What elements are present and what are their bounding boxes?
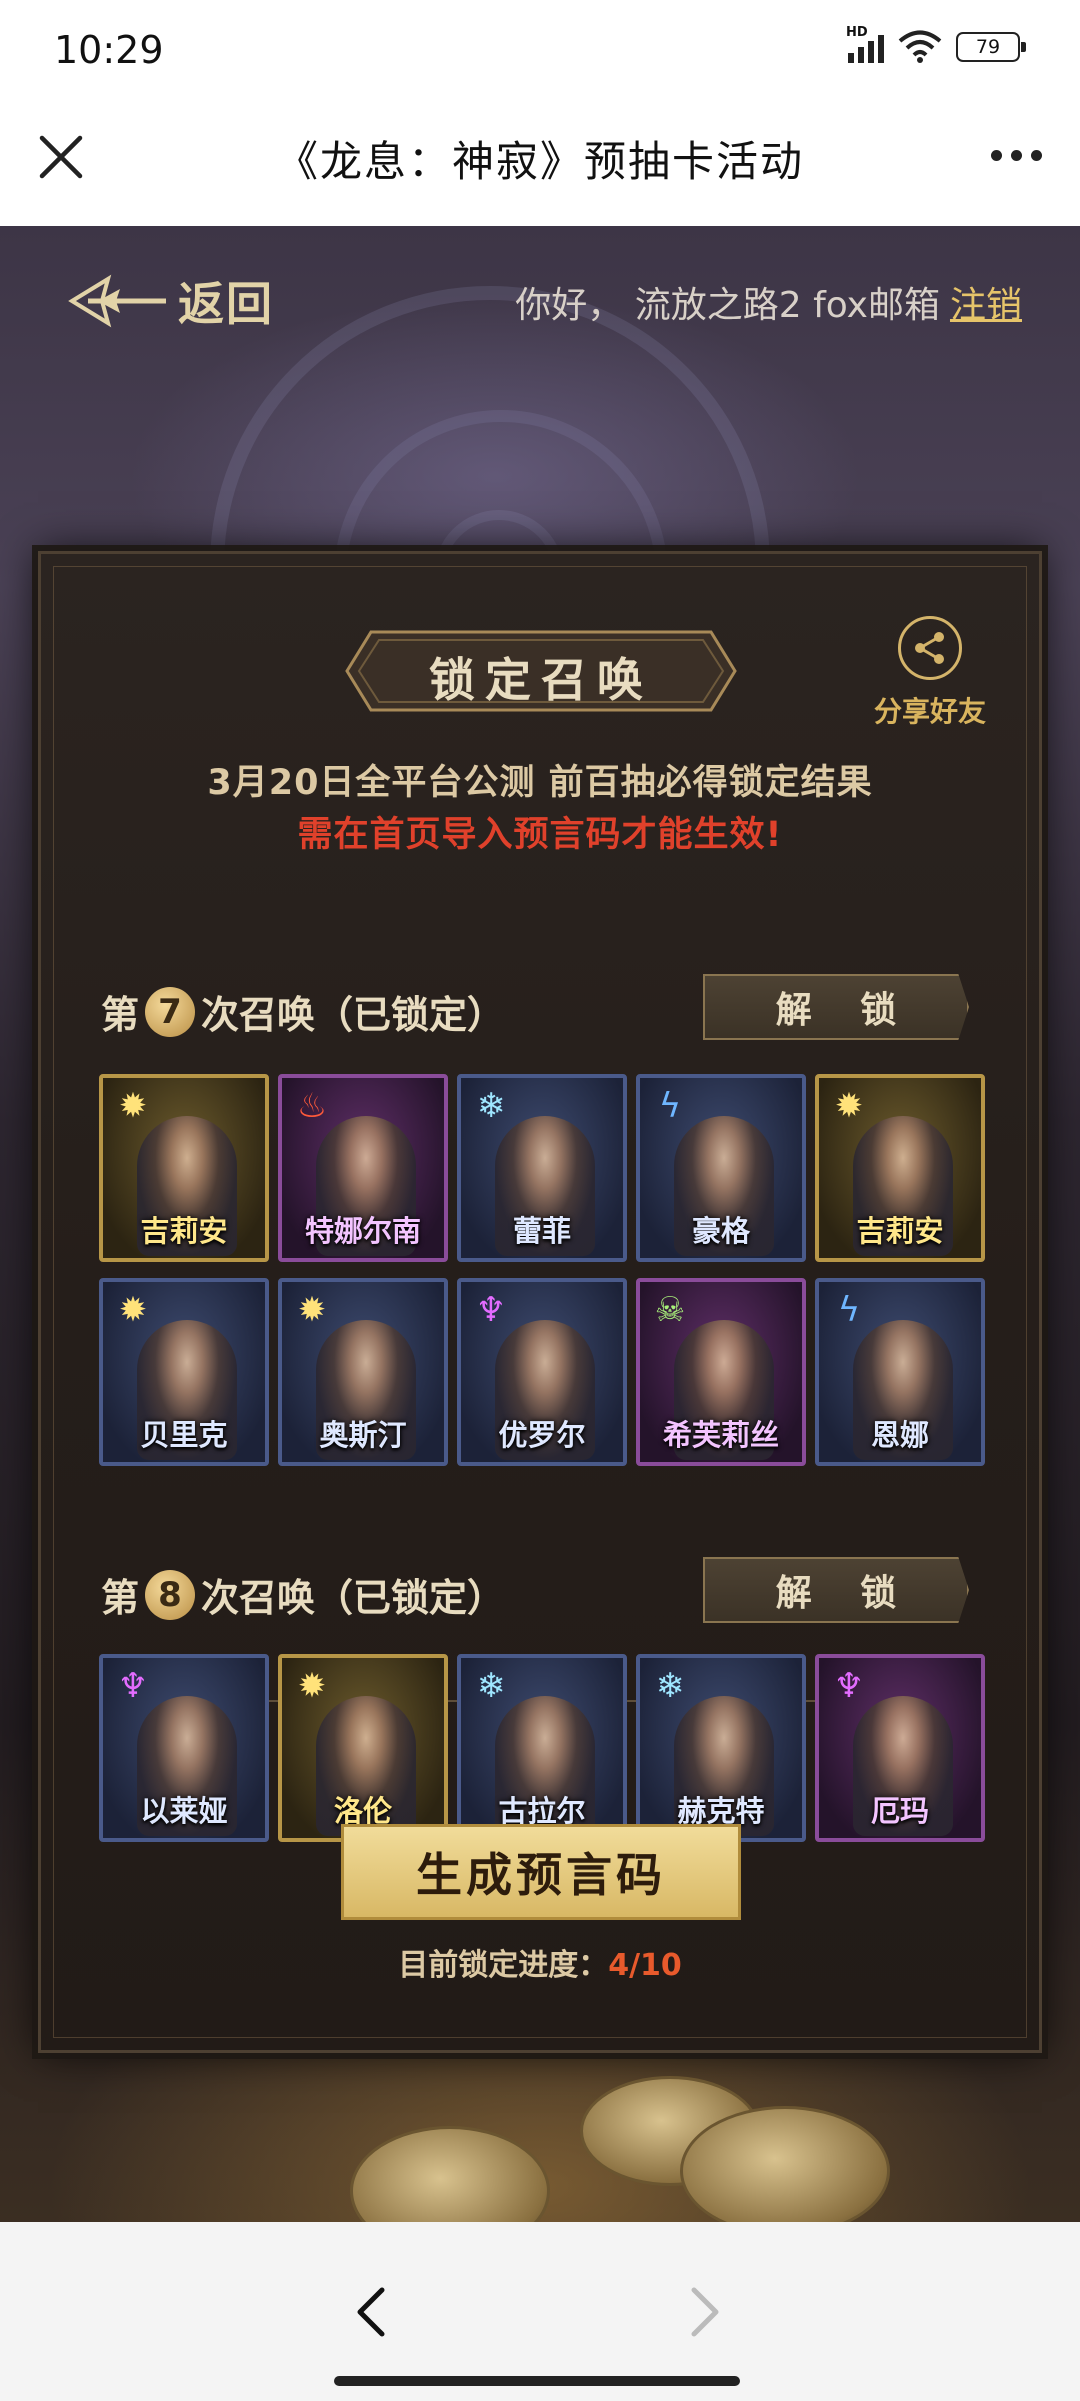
character-name: 特娜尔南	[304, 1214, 421, 1248]
character-card[interactable]: ♆ 以莱娅	[99, 1654, 269, 1842]
sun-icon: ✹	[834, 1086, 864, 1126]
character-name: 吉莉安	[140, 1214, 228, 1248]
character-card[interactable]: ❄ 赫克特	[636, 1654, 806, 1842]
lock-progress: 目前锁定进度：4/10	[41, 1940, 1039, 1984]
character-name: 优罗尔	[498, 1418, 586, 1452]
progress-value: 4/10	[608, 1948, 682, 1983]
demon-icon: ♆	[833, 1666, 865, 1706]
character-card[interactable]: ❄ 古拉尔	[457, 1654, 627, 1842]
character-card[interactable]: ✹ 吉莉安	[99, 1074, 269, 1262]
round-7-heading: 第 7 次召唤（已锁定）	[101, 984, 505, 1039]
character-name: 贝里克	[140, 1418, 228, 1452]
round-8-character-grid: ♆ 以莱娅 ✹ 洛伦 ❄ 古拉尔 ❄ 赫克特 ♆ 厄玛	[99, 1654, 987, 1842]
status-bar: 10:29 HD 79	[0, 0, 1080, 100]
launch-note: 3月20日全平台公测 前百抽必得锁定结果	[207, 763, 873, 803]
demon-icon: ♆	[475, 1290, 507, 1330]
panel-title: 锁定召唤	[429, 653, 653, 707]
character-card[interactable]: ☠ 希芙莉丝	[636, 1278, 806, 1466]
character-name: 恩娜	[870, 1418, 929, 1452]
event-content: 返回 你好， 流放之路2 fox邮箱 注销 锁定召唤 分享好友 3月20日全平台公…	[0, 226, 1080, 2222]
greeting-text: 你好， 流放之路2 fox邮箱	[515, 285, 940, 326]
character-card[interactable]: ♆ 优罗尔	[457, 1278, 627, 1466]
character-name: 以莱娅	[140, 1794, 228, 1828]
lightning-icon: ϟ	[658, 1086, 682, 1126]
sun-icon: ✹	[118, 1086, 148, 1126]
frost-icon: ❄	[655, 1666, 685, 1706]
nav-forward-icon[interactable]	[680, 2282, 730, 2342]
round-status: 次召唤（已锁定）	[201, 993, 506, 1037]
system-icons: HD 79	[846, 25, 1026, 64]
share-icon	[898, 616, 962, 680]
back-button[interactable]: 返回	[68, 268, 274, 334]
title-bar: 《龙息：神寂》预抽卡活动	[0, 100, 1080, 226]
character-name: 奥斯汀	[319, 1418, 407, 1452]
character-name: 吉莉安	[856, 1214, 944, 1248]
generate-code-button[interactable]: 生成预言码	[341, 1824, 741, 1920]
panel-title-banner: 锁定召唤	[341, 626, 741, 716]
character-card[interactable]: ✹ 奥斯汀	[278, 1278, 448, 1466]
character-card[interactable]: ❄ 蕾菲	[457, 1074, 627, 1262]
wifi-icon	[898, 30, 942, 63]
round-prefix: 第	[101, 1576, 140, 1620]
round-prefix: 第	[101, 993, 140, 1037]
user-greeting: 你好， 流放之路2 fox邮箱 注销	[515, 276, 1022, 328]
character-card[interactable]: ✹ 洛伦	[278, 1654, 448, 1842]
character-card[interactable]: ♨ 特娜尔南	[278, 1074, 448, 1262]
unlock-button-round-8[interactable]: 解 锁	[703, 1557, 969, 1623]
progress-label: 目前锁定进度：	[398, 1948, 609, 1983]
character-name: 厄玛	[870, 1794, 929, 1828]
home-indicator[interactable]	[334, 2376, 740, 2386]
back-label: 返回	[178, 277, 274, 331]
character-name: 希芙莉丝	[662, 1418, 779, 1452]
character-card[interactable]: ✹ 贝里克	[99, 1278, 269, 1466]
character-name: 蕾菲	[512, 1214, 571, 1248]
unlock-button-round-7[interactable]: 解 锁	[703, 974, 969, 1040]
page-title: 《龙息：神寂》预抽卡活动	[275, 137, 804, 186]
battery-level: 79	[975, 36, 1001, 58]
import-warning: 需在首页导入预言码才能生效!	[297, 815, 783, 855]
coins-decoration	[350, 2056, 970, 2222]
round-status: 次召唤（已锁定）	[201, 1576, 506, 1620]
character-card[interactable]: ϟ 恩娜	[815, 1278, 985, 1466]
sun-icon: ✹	[118, 1290, 148, 1330]
round-7-character-grid: ✹ 吉莉安 ♨ 特娜尔南 ❄ 蕾菲 ϟ 豪格 ✹ 吉莉安 ✹ 贝里克 ✹ 奥斯汀 ♆ 优罗尔 ☠ 希芙莉丝 ϟ 恩娜	[99, 1074, 987, 1466]
skull-icon: ☠	[654, 1290, 686, 1330]
frost-icon: ❄	[476, 1666, 506, 1706]
character-card[interactable]: ✹ 吉莉安	[815, 1074, 985, 1262]
browser-bottom-nav	[0, 2222, 1080, 2401]
more-options-icon[interactable]	[991, 150, 1042, 161]
battery-icon: 79	[956, 32, 1026, 62]
round-number-badge: 8	[145, 1569, 196, 1620]
lock-summon-panel: 锁定召唤 分享好友 3月20日全平台公测 前百抽必得锁定结果 需在首页导入预言码…	[38, 551, 1042, 2053]
share-label: 分享好友	[873, 695, 986, 728]
fire-icon: ♨	[296, 1086, 328, 1126]
sun-icon: ✹	[297, 1290, 327, 1330]
demon-icon: ♆	[117, 1666, 149, 1706]
character-card[interactable]: ♆ 厄玛	[815, 1654, 985, 1842]
logout-link[interactable]: 注销	[950, 285, 1022, 326]
round-8-heading: 第 8 次召唤（已锁定）	[101, 1567, 505, 1622]
sun-icon: ✹	[297, 1666, 327, 1706]
share-button[interactable]: 分享好友	[865, 616, 995, 730]
lightning-icon: ϟ	[837, 1290, 861, 1330]
character-card[interactable]: ϟ 豪格	[636, 1074, 806, 1262]
signal-icon: HD	[846, 25, 884, 63]
status-time: 10:29	[54, 28, 164, 72]
round-number-badge: 7	[145, 986, 196, 1037]
nav-back-icon[interactable]	[346, 2282, 396, 2342]
character-name: 豪格	[691, 1214, 750, 1248]
network-type: HD	[846, 25, 868, 40]
back-arrow-icon	[68, 274, 166, 328]
frost-icon: ❄	[476, 1086, 506, 1126]
